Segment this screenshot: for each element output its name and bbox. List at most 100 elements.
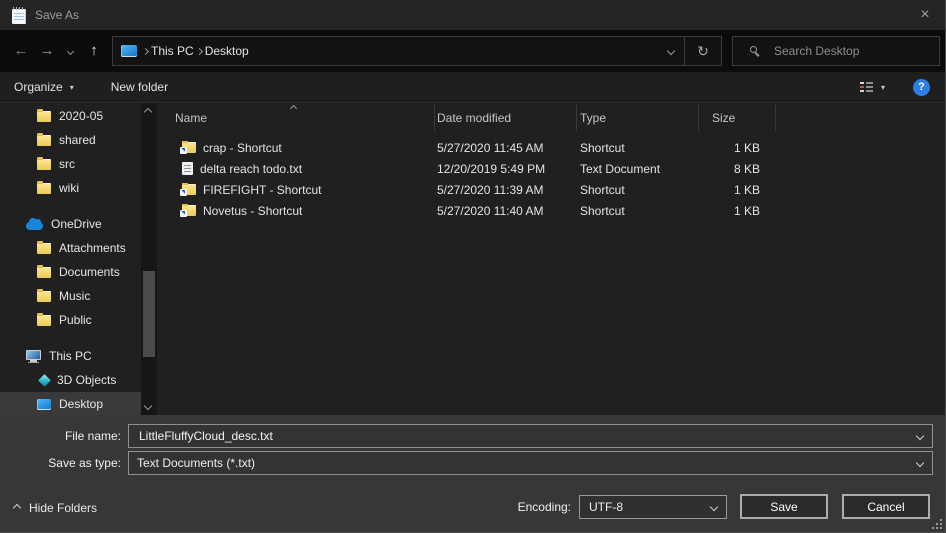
sidebar-item-music[interactable]: Music [0,284,141,308]
column-header-name[interactable]: Name [160,105,435,131]
new-folder-button[interactable]: New folder [111,80,168,94]
encoding-label: Encoding: [518,500,571,514]
view-details-icon[interactable] [859,81,874,93]
search-input[interactable] [772,43,926,59]
file-size: 1 KB [699,141,776,155]
sidebar-item-desktop[interactable]: Desktop [0,392,141,416]
title-bar: Save As × [0,0,946,30]
file-date-modified: 5/27/2020 11:39 AM [435,183,577,197]
cancel-button[interactable]: Cancel [842,494,930,519]
sidebar-item-onedrive[interactable]: OneDrive [0,212,141,236]
file-name-input[interactable] [137,428,906,444]
organize-button[interactable]: Organize ▾ [14,80,74,94]
sidebar-item-shared[interactable]: shared [0,128,141,152]
sidebar-item-attachments[interactable]: Attachments [0,236,141,260]
save-button[interactable]: Save [740,494,828,519]
sidebar-scrollbar[interactable] [141,103,157,415]
file-size: 1 KB [699,183,776,197]
file-name: crap - Shortcut [203,141,282,155]
address-bar[interactable]: This PC Desktop ↻ [112,36,722,66]
column-header-size[interactable]: Size [699,105,776,131]
folder-shortcut-icon [182,205,196,216]
content-area: 2020-05 shared src wiki OneDrive [0,103,946,415]
column-header-date-modified[interactable]: Date modified [435,105,577,131]
help-button[interactable]: ? [913,79,930,96]
file-row-firefight-shortcut[interactable]: FIREFIGHT - Shortcut 5/27/2020 11:39 AM … [160,179,946,200]
resize-grip[interactable] [931,518,942,529]
breadcrumb-this-pc[interactable]: This PC [148,44,197,58]
forward-button[interactable]: → [36,39,58,63]
up-button[interactable]: ↑ [84,39,104,63]
sidebar-item-label: Public [59,313,92,327]
sidebar-item-label: Documents [59,265,120,279]
sidebar-item-label: shared [59,133,96,147]
file-row-crap-shortcut[interactable]: crap - Shortcut 5/27/2020 11:45 AM Short… [160,137,946,158]
scrollbar-thumb[interactable] [143,271,155,357]
file-rows: crap - Shortcut 5/27/2020 11:45 AM Short… [160,137,946,221]
folder-icon [37,243,51,254]
folder-shortcut-icon [182,142,196,153]
sidebar-item-label: wiki [59,181,79,195]
chevron-down-icon[interactable] [916,459,924,467]
back-button[interactable]: ← [10,39,32,63]
sidebar-item-label: 2020-05 [59,109,103,123]
sidebar-item-src[interactable]: src [0,152,141,176]
folder-icon [37,315,51,326]
file-name-combobox[interactable] [128,424,933,448]
sidebar-item-label: Music [59,289,90,303]
file-type: Shortcut [577,141,699,155]
file-size: 1 KB [699,204,776,218]
file-date-modified: 12/20/2019 5:49 PM [435,162,577,176]
file-type: Shortcut [577,204,699,218]
close-button[interactable]: × [904,0,946,30]
folder-icon [37,159,51,170]
file-type: Text Document [577,162,699,176]
sidebar-items: 2020-05 shared src wiki OneDrive [0,104,160,416]
hide-folders-button[interactable]: Hide Folders [14,501,97,515]
hide-folders-label: Hide Folders [29,501,97,515]
organize-label: Organize [14,80,63,94]
sidebar-item-this-pc[interactable]: This PC [0,344,141,368]
address-dropdown-button[interactable] [658,48,684,54]
folder-icon [37,267,51,278]
sidebar-item-documents[interactable]: Documents [0,260,141,284]
recent-locations-button[interactable] [62,49,78,54]
search-box[interactable] [732,36,940,66]
search-icon [749,45,762,58]
sidebar-item-label: OneDrive [51,217,102,231]
chevron-down-icon [667,47,675,55]
column-header-type[interactable]: Type [577,105,699,131]
folder-icon [37,291,51,302]
save-as-dialog: Save As × ← → ↑ This PC Desktop ↻ Organ [0,0,946,533]
file-row-delta-reach-todo-txt[interactable]: delta reach todo.txt 12/20/2019 5:49 PM … [160,158,946,179]
encoding-dropdown[interactable]: UTF-8 [579,495,727,519]
sidebar-item-3d-objects[interactable]: 3D Objects [0,368,141,392]
file-list-header: Name Date modified Type Size [160,104,946,131]
view-dropdown-triangle-icon[interactable]: ▾ [881,83,885,92]
sidebar-item-label: Desktop [59,397,103,411]
save-as-type-label: Save as type: [0,456,121,470]
folder-tree-sidebar: 2020-05 shared src wiki OneDrive [0,103,160,415]
folder-icon [37,135,51,146]
save-options-panel: File name: Save as type: Text Documents … [0,415,946,533]
sidebar-item-2020-05[interactable]: 2020-05 [0,104,141,128]
sidebar-item-wiki[interactable]: wiki [0,176,141,200]
chevron-down-icon[interactable] [710,502,718,510]
breadcrumb-desktop[interactable]: Desktop [202,44,252,58]
triangle-down-icon: ▾ [70,83,74,92]
scroll-up-icon[interactable] [144,108,152,116]
chevron-down-icon[interactable] [916,432,924,440]
this-pc-icon [121,45,137,57]
sidebar-item-public[interactable]: Public [0,308,141,332]
save-as-type-dropdown[interactable]: Text Documents (*.txt) [128,451,933,475]
sidebar-item-label: This PC [49,349,92,363]
file-name: Novetus - Shortcut [203,204,302,218]
refresh-icon[interactable]: ↻ [685,43,721,60]
scroll-down-icon[interactable] [144,402,152,410]
file-row-novetus-shortcut[interactable]: Novetus - Shortcut 5/27/2020 11:40 AM Sh… [160,200,946,221]
window-title: Save As [35,8,79,22]
cube-icon [38,374,51,387]
command-toolbar: Organize ▾ New folder ▾ ? [0,72,946,103]
file-date-modified: 5/27/2020 11:45 AM [435,141,577,155]
chevron-up-icon [13,504,21,512]
